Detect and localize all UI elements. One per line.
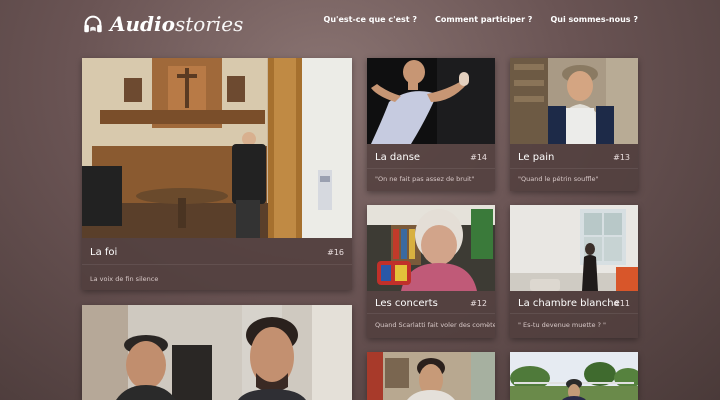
brand-name: Audiostories [110, 12, 243, 36]
card-divider [510, 168, 638, 169]
nav-link-about[interactable]: Qui sommes-nous ? [550, 15, 638, 24]
card-divider [367, 313, 495, 314]
story-subtitle: " Es-tu devenue muette ? " [518, 321, 607, 329]
story-number: #11 [613, 299, 630, 308]
story-thumbnail-la-chambre-blanche [510, 205, 638, 291]
story-card-la-chambre-blanche[interactable]: La chambre blanche #11 " Es-tu devenue m… [510, 205, 638, 338]
nav-link-what[interactable]: Qu'est-ce que c'est ? [324, 15, 418, 24]
story-thumbnail-les-concerts [367, 205, 495, 291]
story-title: La danse [375, 152, 421, 163]
story-thumbnail-la-danse [367, 58, 495, 144]
headphones-icon [84, 15, 102, 33]
story-thumbnail-la-foi [82, 58, 352, 238]
story-title: La foi [90, 247, 118, 258]
story-number: #14 [470, 153, 487, 162]
story-subtitle: "On ne fait pas assez de bruit" [375, 175, 475, 183]
story-card-la-foi[interactable]: La foi #16 La voix de fin silence [82, 58, 352, 290]
brand-name-light: stories [174, 12, 244, 36]
story-number: #13 [613, 153, 630, 162]
story-number: #16 [327, 248, 344, 257]
story-thumbnail-partial-middle [367, 352, 495, 400]
story-card-la-danse[interactable]: La danse #14 "On ne fait pas assez de br… [367, 58, 495, 191]
story-title: La chambre blanche [518, 298, 620, 309]
card-divider [82, 264, 352, 265]
story-thumbnail-le-pain [510, 58, 638, 144]
story-card-les-concerts[interactable]: Les concerts #12 Quand Scarlatti fait vo… [367, 205, 495, 338]
main-nav: Qu'est-ce que c'est ? Comment participer… [324, 15, 638, 24]
card-divider [367, 168, 495, 169]
story-thumbnail-partial-left [82, 305, 352, 400]
nav-link-participate[interactable]: Comment participer ? [435, 15, 532, 24]
story-card-partial-middle[interactable] [367, 352, 495, 400]
story-card-partial-left[interactable] [82, 305, 352, 400]
brand-logo[interactable]: Audiostories [82, 12, 243, 36]
story-card-le-pain[interactable]: Le pain #13 "Quand le pétrin souffle" [510, 58, 638, 191]
story-number: #12 [470, 299, 487, 308]
story-title: Les concerts [375, 298, 438, 309]
story-subtitle: La voix de fin silence [90, 275, 159, 283]
story-title: Le pain [518, 152, 555, 163]
story-thumbnail-partial-right [510, 352, 638, 400]
story-card-partial-right[interactable] [510, 352, 638, 400]
site-header: Audiostories Qu'est-ce que c'est ? Comme… [0, 0, 720, 48]
brand-name-bold: Audio [110, 12, 175, 36]
story-subtitle: "Quand le pétrin souffle" [518, 175, 599, 183]
story-subtitle: Quand Scarlatti fait voler des comètes [375, 321, 495, 329]
card-divider [510, 313, 638, 314]
